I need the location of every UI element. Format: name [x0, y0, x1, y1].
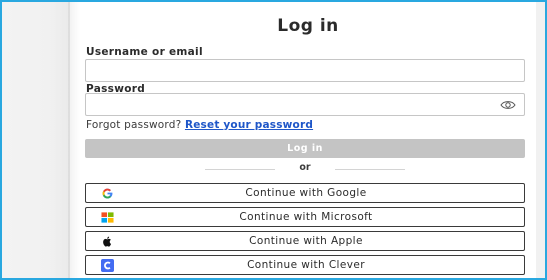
- continue-with-apple-button[interactable]: Continue with Apple: [85, 231, 525, 251]
- card-shadow: [68, 2, 80, 278]
- google-button-label: Continue with Google: [245, 187, 367, 199]
- apple-button-label: Continue with Apple: [249, 235, 363, 247]
- password-input[interactable]: [86, 95, 524, 116]
- clever-button-label: Continue with Clever: [247, 259, 365, 271]
- or-divider: or: [85, 162, 525, 176]
- page-title: Log in: [277, 16, 339, 36]
- login-card: Log in Username or email Password Forgot…: [80, 2, 536, 278]
- password-field[interactable]: [85, 93, 525, 116]
- username-label: Username or email: [86, 46, 203, 58]
- forgot-password-text: Forgot password?: [86, 119, 182, 131]
- page-background-left: [2, 2, 70, 278]
- login-button[interactable]: Log in: [85, 139, 525, 158]
- continue-with-microsoft-button[interactable]: Continue with Microsoft: [85, 207, 525, 227]
- continue-with-clever-button[interactable]: Continue with Clever: [85, 255, 525, 275]
- forgot-password-row: Forgot password? Reset your password: [86, 119, 313, 131]
- screenshot-frame: Log in Username or email Password Forgot…: [0, 0, 547, 280]
- reset-password-link[interactable]: Reset your password: [185, 119, 313, 131]
- continue-with-google-button[interactable]: Continue with Google: [85, 183, 525, 203]
- username-field[interactable]: [85, 59, 525, 82]
- show-password-icon[interactable]: [500, 100, 516, 110]
- microsoft-button-label: Continue with Microsoft: [239, 211, 373, 223]
- username-input[interactable]: [86, 61, 524, 82]
- or-label: or: [299, 162, 311, 173]
